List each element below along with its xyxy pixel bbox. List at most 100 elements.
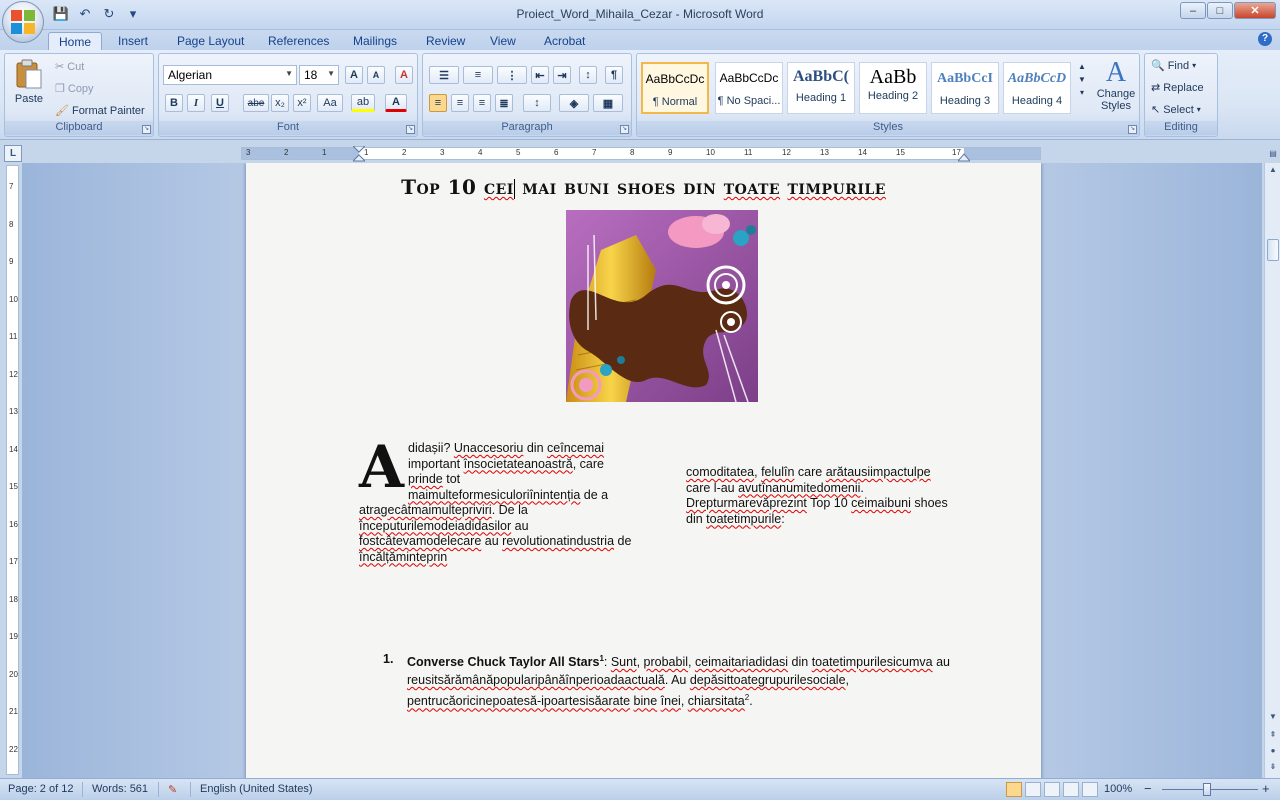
select-browse-object-icon[interactable]: ● [1266, 744, 1280, 758]
font-color-button[interactable]: A [385, 94, 407, 112]
zoom-in-button[interactable]: + [1262, 781, 1270, 796]
bold-button[interactable]: B [165, 94, 183, 112]
vertical-ruler[interactable]: 7 8 9 10 11 12 13 14 15 16 17 18 19 20 21 22 [6, 165, 19, 775]
text-run: de a [580, 487, 609, 502]
justify-icon: ≣ [499, 97, 509, 110]
style-heading-3[interactable]: AaBbCcI Heading 3 [931, 62, 999, 114]
subscript-button[interactable]: x₂ [271, 94, 289, 112]
font-dialog-launcher[interactable]: ↘ [406, 125, 415, 134]
ruler-toggle-icon[interactable]: ▤ [1266, 147, 1280, 161]
scrollbar-thumb[interactable] [1267, 239, 1279, 261]
text-column-left[interactable]: Adidașii? Unaccesoriu din ceîncemai impo… [359, 438, 634, 565]
select-button[interactable]: ↖ Select ▾ [1151, 103, 1201, 117]
align-left-button[interactable]: ≡ [429, 94, 447, 112]
numbering-button[interactable]: ≡ [463, 66, 493, 84]
justify-button[interactable]: ≣ [495, 94, 513, 112]
borders-button[interactable]: ▦ [593, 94, 623, 112]
scroll-down-icon[interactable]: ▼ [1266, 710, 1280, 724]
font-name-combo[interactable]: Algerian ▼ [163, 65, 297, 85]
font-size-combo[interactable]: 18 ▼ [299, 65, 339, 85]
multilevel-list-button[interactable]: ⋮ [497, 66, 527, 84]
shading-button[interactable]: ◈ [559, 94, 589, 112]
cut-button[interactable]: ✂ Cut [55, 60, 84, 74]
page-count[interactable]: Page: 2 of 12 [8, 783, 73, 795]
styles-scroll[interactable]: ▲ ▼ ▾ [1075, 62, 1089, 97]
language-indicator[interactable]: English (United States) [200, 783, 313, 795]
web-layout-view-button[interactable] [1044, 782, 1060, 797]
grow-font-button[interactable]: A [345, 66, 363, 84]
text-run: : [781, 511, 785, 526]
align-right-button[interactable]: ≡ [473, 94, 491, 112]
previous-page-icon[interactable]: ⇞ [1266, 728, 1280, 742]
replace-button[interactable]: ⇄ Replace [1151, 81, 1204, 95]
styles-dialog-launcher[interactable]: ↘ [1128, 125, 1137, 134]
shoes-illustration[interactable] [566, 210, 758, 403]
scroll-up-icon[interactable]: ▲ [1266, 163, 1280, 177]
decrease-indent-button[interactable]: ⇤ [531, 66, 549, 84]
style-heading-2[interactable]: AaBb Heading 2 [859, 62, 927, 114]
copy-button[interactable]: ❐ Copy [55, 82, 94, 96]
style-heading-4[interactable]: AaBbCcD Heading 4 [1003, 62, 1071, 114]
horizontal-ruler[interactable]: 3 2 1 1 2 3 4 5 6 7 8 9 10 11 12 13 14 15 17 [241, 146, 1041, 162]
change-case-button[interactable]: Aa [317, 94, 343, 112]
clear-formatting-button[interactable]: A [395, 66, 413, 84]
text-run: didașii? [408, 441, 454, 455]
underline-button[interactable]: U [211, 94, 229, 112]
tab-home[interactable]: Home [48, 32, 103, 51]
illustration-image [566, 210, 758, 403]
italic-button[interactable]: I [187, 94, 205, 112]
clipboard-dialog-launcher[interactable]: ↘ [142, 125, 151, 134]
line-spacing-button[interactable]: ↕ [523, 94, 551, 112]
list-item[interactable]: 1. Converse Chuck Taylor All Stars1: Sun… [383, 650, 953, 710]
document-title[interactable]: Top 10 cei mai buni shoes din toate timp… [246, 175, 1041, 199]
full-screen-reading-view-button[interactable] [1025, 782, 1041, 797]
find-button[interactable]: 🔍 Find ▾ [1151, 59, 1196, 73]
tab-view[interactable]: View [480, 32, 526, 51]
styles-group: AaBbCcDc ¶ Normal AaBbCcDc ¶ No Spaci...… [636, 53, 1140, 137]
change-styles-button[interactable]: A Change Styles [1093, 58, 1139, 113]
highlight-button[interactable]: ab [351, 94, 375, 112]
superscript-button[interactable]: x² [293, 94, 311, 112]
indent-marker-icon[interactable] [353, 146, 365, 162]
format-painter-button[interactable]: 🖌 Format Painter [55, 104, 145, 118]
help-icon[interactable]: ? [1258, 32, 1272, 46]
paragraph-dialog-launcher[interactable]: ↘ [620, 125, 629, 134]
paste-button[interactable]: Paste [11, 58, 47, 105]
style-no-spacing[interactable]: AaBbCcDc ¶ No Spaci... [715, 62, 783, 114]
strikethrough-button[interactable]: abe [243, 94, 269, 112]
maximize-button[interactable]: □ [1207, 2, 1233, 19]
proofing-icon[interactable]: ✎ [168, 783, 177, 796]
next-page-icon[interactable]: ⇟ [1266, 760, 1280, 774]
word-count[interactable]: Words: 561 [92, 783, 148, 795]
show-formatting-button[interactable]: ¶ [605, 66, 623, 84]
minimize-button[interactable]: – [1180, 2, 1206, 19]
style-sample: AaBbCcD [1007, 71, 1067, 86]
zoom-level[interactable]: 100% [1104, 783, 1132, 795]
tab-selector[interactable]: L [4, 145, 22, 162]
tab-page-layout[interactable]: Page Layout [167, 32, 254, 51]
outline-view-button[interactable] [1063, 782, 1079, 797]
zoom-slider-thumb[interactable] [1203, 783, 1211, 796]
align-center-button[interactable]: ≡ [451, 94, 469, 112]
close-button[interactable]: ✕ [1234, 2, 1276, 19]
right-indent-marker-icon[interactable] [958, 150, 970, 162]
vertical-scrollbar[interactable]: ▤ ▲ ▼ ⇞ ● ⇟ [1264, 149, 1280, 778]
sort-button[interactable]: ↕ [579, 66, 597, 84]
tab-acrobat[interactable]: Acrobat [534, 32, 595, 51]
increase-indent-button[interactable]: ⇥ [553, 66, 571, 84]
office-button[interactable] [2, 1, 44, 43]
tab-review[interactable]: Review [416, 32, 475, 51]
style-normal[interactable]: AaBbCcDc ¶ Normal [641, 62, 709, 114]
style-heading-1[interactable]: AaBbC( Heading 1 [787, 62, 855, 114]
print-layout-view-button[interactable] [1006, 782, 1022, 797]
tab-references[interactable]: References [258, 32, 339, 51]
zoom-out-button[interactable]: − [1144, 781, 1152, 796]
shrink-font-button[interactable]: A [367, 66, 385, 84]
document-page[interactable]: Top 10 cei mai buni shoes din toate timp… [246, 163, 1041, 778]
tab-mailings[interactable]: Mailings [343, 32, 407, 51]
text-column-right[interactable]: comoditatea, felulîn care arătausiimpact… [686, 465, 951, 527]
bullets-button[interactable]: ☰ [429, 66, 459, 84]
editing-group-label: Editing [1145, 121, 1217, 135]
draft-view-button[interactable] [1082, 782, 1098, 797]
tab-insert[interactable]: Insert [108, 32, 158, 51]
